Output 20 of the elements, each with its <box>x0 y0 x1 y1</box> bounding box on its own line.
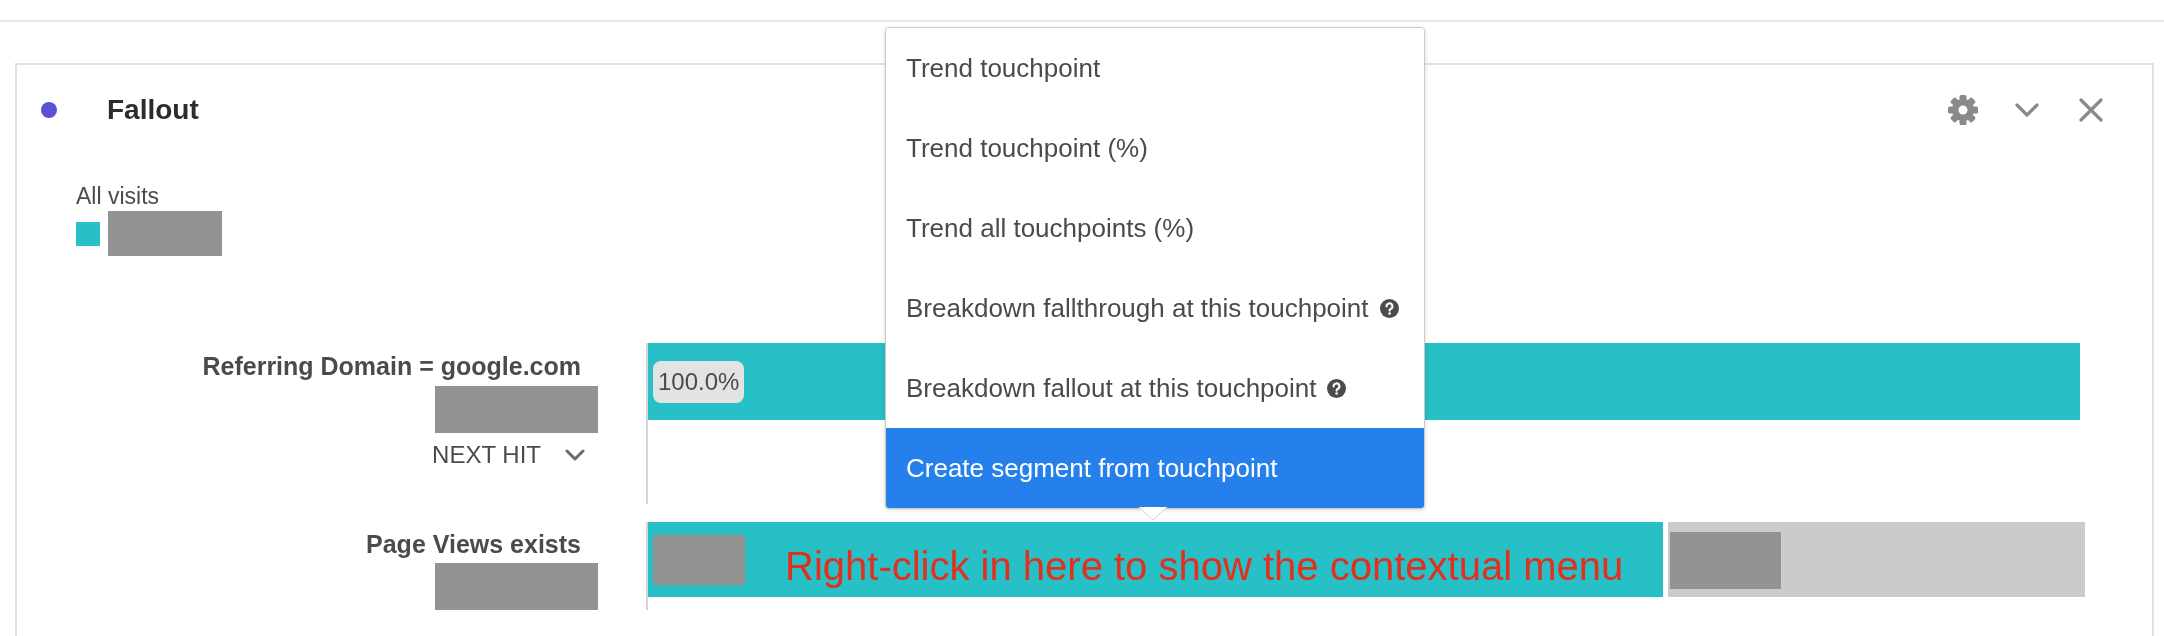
menu-item[interactable]: Trend touchpoint <box>886 28 1424 108</box>
menu-item[interactable]: Trend touchpoint (%) <box>886 108 1424 188</box>
annotation-text: Right-click in here to show the contextual menu <box>785 543 1624 589</box>
menu-item[interactable]: Create segment from touchpoint <box>886 428 1424 508</box>
help-icon[interactable] <box>1327 378 1347 398</box>
menu-item[interactable]: Breakdown fallthrough at this touchpoint <box>886 268 1424 348</box>
step-label: Referring Domain = google.com <box>202 352 582 380</box>
step-label: Page Views exists <box>366 530 582 558</box>
title-dot-icon <box>41 102 57 118</box>
percentage-badge: 100.0% <box>653 360 745 403</box>
legend-swatch-icon <box>76 221 100 246</box>
legend-label: All visits <box>76 183 160 209</box>
next-hit-dropdown[interactable]: NEXT HIT <box>432 441 585 469</box>
menu-item[interactable]: Breakdown fallout at this touchpoint <box>886 348 1424 428</box>
close-icon[interactable] <box>2079 98 2103 122</box>
chevron-down-icon <box>565 449 585 461</box>
menu-item[interactable]: Trend all touchpoints (%) <box>886 188 1424 268</box>
help-icon[interactable] <box>1379 298 1399 318</box>
panel-title: Fallout <box>107 94 199 126</box>
chevron-down-icon[interactable] <box>2015 103 2039 117</box>
